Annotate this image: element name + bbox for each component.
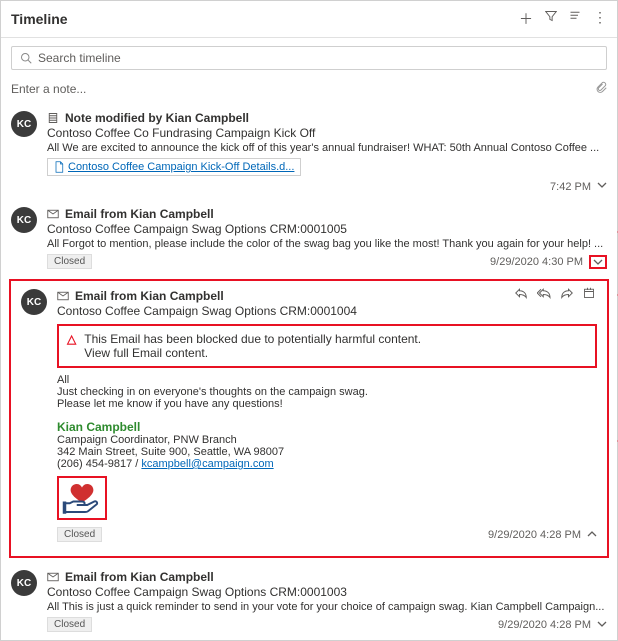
email-icon bbox=[57, 290, 69, 302]
avatar: KC bbox=[21, 289, 47, 315]
item-subject: Contoso Coffee Campaign Swag Options CRM… bbox=[57, 304, 597, 318]
item-subject: Contoso Coffee Co Fundrasing Campaign Ki… bbox=[47, 126, 607, 140]
email-body-line: Just checking in on everyone's thoughts … bbox=[57, 386, 597, 398]
timeline-item[interactable]: KC Email from Kian Campbell Contoso Coff… bbox=[1, 201, 617, 277]
attachment[interactable]: Contoso Coffee Campaign Kick-Off Details… bbox=[47, 158, 301, 176]
timestamp: 9/29/2020 4:30 PM bbox=[490, 256, 583, 268]
item-title: Email from Kian Campbell bbox=[65, 570, 214, 584]
search-icon bbox=[20, 52, 32, 64]
paperclip-icon[interactable] bbox=[595, 80, 607, 97]
blocked-message: This Email has been blocked due to poten… bbox=[84, 332, 421, 346]
email-body-line: All bbox=[57, 374, 597, 386]
timestamp: 7:42 PM bbox=[550, 181, 591, 193]
timeline-item[interactable]: KC Note modified by Kian Campbell Contos… bbox=[1, 105, 617, 201]
chevron-down-icon[interactable] bbox=[589, 255, 607, 269]
page-title: Timeline bbox=[11, 11, 68, 27]
hand-heart-icon bbox=[61, 480, 103, 516]
search-input[interactable]: Search timeline bbox=[11, 46, 607, 70]
attachment-link[interactable]: Contoso Coffee Campaign Kick-Off Details… bbox=[68, 161, 294, 173]
view-full-content-link[interactable]: View full Email content. bbox=[84, 346, 421, 360]
email-body-line: Please let me know if you have any quest… bbox=[57, 398, 597, 410]
item-subject: Contoso Coffee Campaign Swag Options CRM… bbox=[47, 585, 607, 599]
signature-address: 342 Main Street, Suite 900, Seattle, WA … bbox=[57, 446, 597, 458]
avatar: KC bbox=[11, 570, 37, 596]
search-placeholder: Search timeline bbox=[38, 51, 121, 65]
note-entry[interactable]: Enter a note... bbox=[11, 82, 86, 96]
item-title: Note modified by Kian Campbell bbox=[65, 111, 249, 125]
item-preview: All We are excited to announce the kick … bbox=[47, 142, 607, 154]
item-subject: Contoso Coffee Campaign Swag Options CRM… bbox=[47, 222, 607, 236]
email-icon bbox=[47, 208, 59, 220]
warning-icon: △ bbox=[67, 332, 76, 346]
signature-title: Campaign Coordinator, PNW Branch bbox=[57, 434, 597, 446]
email-icon bbox=[47, 571, 59, 583]
chevron-down-icon[interactable] bbox=[597, 180, 607, 193]
add-icon[interactable]: ＋ bbox=[519, 9, 533, 29]
signature-contact: (206) 454-9817 / kcampbell@campaign.com bbox=[57, 458, 597, 470]
inline-image bbox=[57, 476, 107, 520]
item-title: Email from Kian Campbell bbox=[75, 289, 224, 303]
item-preview: All Forgot to mention, please include th… bbox=[47, 238, 607, 250]
more-icon[interactable]: ⋮ bbox=[593, 9, 607, 29]
sort-icon[interactable] bbox=[569, 9, 581, 29]
note-icon bbox=[47, 112, 59, 124]
timestamp: 9/29/2020 4:28 PM bbox=[488, 529, 581, 541]
status-badge: Closed bbox=[57, 527, 102, 542]
signature-name: Kian Campbell bbox=[57, 420, 597, 434]
avatar: KC bbox=[11, 207, 37, 233]
timestamp: 9/29/2020 4:28 PM bbox=[498, 619, 591, 631]
chevron-up-icon[interactable] bbox=[587, 528, 597, 542]
item-preview: All This is just a quick reminder to sen… bbox=[47, 601, 607, 613]
chevron-down-icon[interactable] bbox=[597, 618, 607, 632]
filter-icon[interactable] bbox=[545, 9, 557, 29]
avatar: KC bbox=[11, 111, 37, 137]
status-badge: Closed bbox=[47, 617, 92, 632]
item-title: Email from Kian Campbell bbox=[65, 207, 214, 221]
timeline-item[interactable]: KC Email from Kian Campbell Contoso Coff… bbox=[1, 564, 617, 640]
timeline-item-expanded: KC Email from Kian Campbell Contoso Coff… bbox=[9, 279, 609, 558]
signature-email-link[interactable]: kcampbell@campaign.com bbox=[141, 458, 273, 470]
blocked-banner: △ This Email has been blocked due to pot… bbox=[57, 324, 597, 368]
status-badge: Closed bbox=[47, 254, 92, 269]
